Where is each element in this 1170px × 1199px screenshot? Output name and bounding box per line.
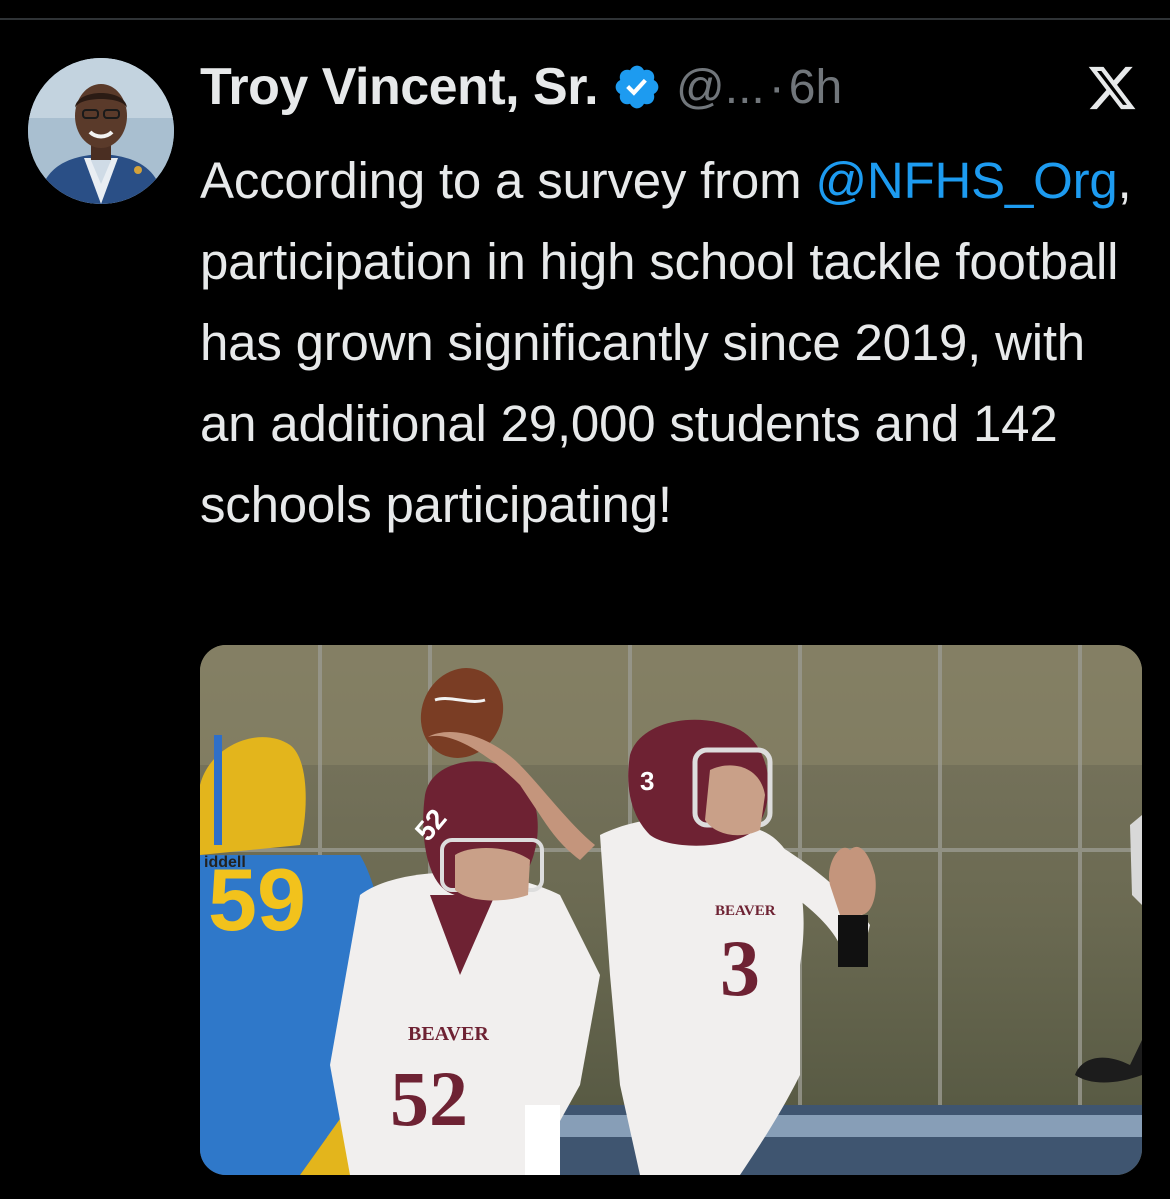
tweet-text: According to a survey from @NFHS_Org, pa… bbox=[200, 140, 1150, 545]
helmet-number-3: 3 bbox=[640, 766, 654, 796]
jersey-number-3: 3 bbox=[720, 925, 760, 1013]
tweet-header: Troy Vincent, Sr. @... · 6h bbox=[200, 54, 842, 120]
verified-badge-icon bbox=[612, 62, 662, 112]
brand-text: iddell bbox=[204, 854, 246, 871]
tweet-text-part1: According to a survey from bbox=[200, 152, 816, 209]
top-divider bbox=[0, 18, 1170, 20]
tweet-text-part2: , participation in high school tackle fo… bbox=[200, 152, 1132, 533]
jersey-number-52: 52 bbox=[390, 1055, 468, 1142]
tweet-timestamp[interactable]: 6h bbox=[789, 60, 842, 115]
football-photo: 59 iddell BEAVER 52 52 3 BEAVER 3 bbox=[200, 645, 1142, 1175]
author-display-name[interactable]: Troy Vincent, Sr. bbox=[200, 57, 599, 117]
author-handle[interactable]: @... bbox=[676, 60, 765, 115]
jersey-text-beaver-3: BEAVER bbox=[715, 903, 776, 919]
x-logo-icon[interactable] bbox=[1086, 62, 1138, 114]
avatar[interactable] bbox=[28, 58, 174, 204]
tweet-media-image[interactable]: 59 iddell BEAVER 52 52 3 BEAVER 3 bbox=[200, 645, 1142, 1175]
separator-dot: · bbox=[768, 60, 785, 114]
avatar-image bbox=[28, 58, 174, 204]
jersey-text-beaver-52: BEAVER bbox=[408, 1023, 489, 1045]
mention-link[interactable]: @NFHS_Org bbox=[815, 152, 1117, 209]
